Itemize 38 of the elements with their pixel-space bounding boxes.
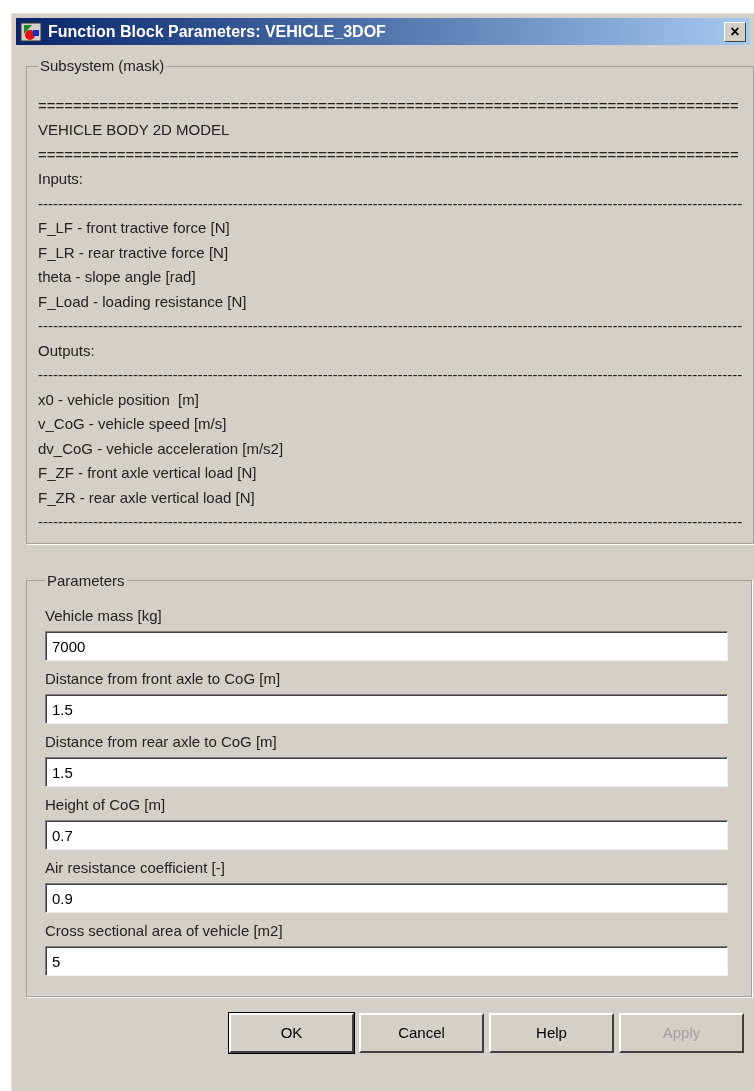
input-field[interactable]: 5 (45, 946, 728, 976)
description-line: --------------------------------------------------------------------------------------------------------------------------------------------- (38, 365, 743, 385)
description-line: dv_CoG - vehicle acceleration [m/s2] (38, 438, 285, 459)
description-line: F_LR - rear tractive force [N] (38, 242, 230, 263)
window-title: Function Block Parameters: VEHICLE_3DOF (48, 21, 386, 42)
input-field[interactable]: 0.7 (45, 820, 728, 850)
field-label: Distance from rear axle to CoG [m] (45, 732, 278, 752)
field-label: Cross sectional area of vehicle [m2] (45, 921, 284, 941)
input-field[interactable]: 1.5 (45, 694, 728, 724)
description-line: F_ZF - front axle vertical load [N] (38, 463, 258, 483)
description-line: Inputs: (38, 169, 85, 189)
close-button[interactable]: × (724, 21, 746, 42)
description-line: theta - slope angle [rad] (38, 267, 197, 287)
description-line: --------------------------------------------------------------------------------------------------------------------------------------------- (38, 512, 743, 532)
app-icon (20, 21, 42, 42)
description-line: ================================================================================ (38, 95, 740, 116)
input-field[interactable]: 1.5 (45, 757, 728, 787)
description-line: F_ZR - rear axle vertical load [N] (38, 487, 256, 508)
dialog-button[interactable]: Help (489, 1013, 614, 1053)
field-label: Distance from front axle to CoG [m] (45, 669, 282, 689)
description-line: --------------------------------------------------------------------------------------------------------------------------------------------- (38, 316, 743, 336)
description-line: Outputs: (38, 340, 96, 361)
group-label: Subsystem (mask) (39, 56, 166, 76)
dialog-button[interactable]: Cancel (359, 1013, 484, 1053)
description-line: ================================================================================ (38, 144, 740, 165)
description-line: F_LF - front tractive force [N] (38, 218, 231, 238)
input-field[interactable]: 7000 (45, 631, 728, 661)
description-line: v_CoG - vehicle speed [m/s] (38, 414, 228, 434)
field-label: Vehicle mass [kg] (45, 606, 163, 626)
dialog-button[interactable]: OK (229, 1013, 354, 1053)
description-line: x0 - vehicle position [m] (38, 389, 200, 410)
description-line: F_Load - loading resistance [N] (38, 291, 248, 312)
field-label: Air resistance coefficient [-] (45, 858, 226, 878)
field-label: Height of CoG [m] (45, 795, 167, 815)
input-field[interactable]: 0.9 (45, 883, 728, 913)
description-line: --------------------------------------------------------------------------------------------------------------------------------------------- (38, 193, 743, 214)
description-line: VEHICLE BODY 2D MODEL (38, 120, 231, 140)
group-label: Parameters (46, 570, 126, 591)
